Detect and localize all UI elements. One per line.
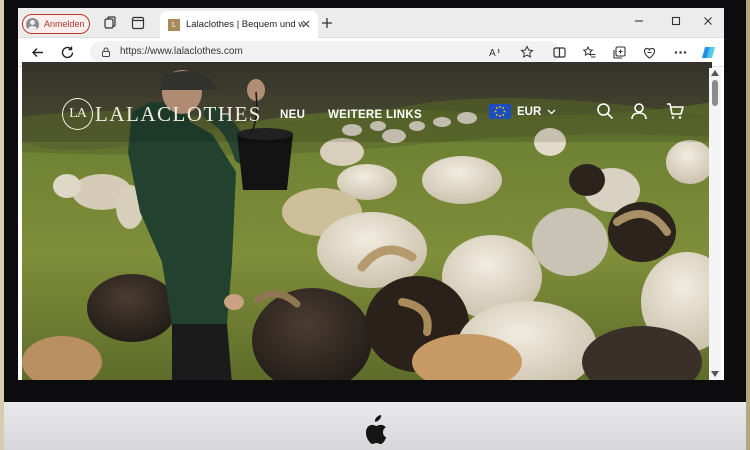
site-favicon-icon: L [168,18,180,31]
logo-mark: LA [62,98,93,130]
eu-flag-icon [489,104,511,119]
url-text[interactable]: https://www.lalaclothes.com [120,46,243,57]
currency-label: EUR [517,105,542,118]
nav-item-weitere-links[interactable]: WEITERE LINKS [328,109,422,121]
currency-selector[interactable]: EUR [489,104,556,119]
close-window-icon[interactable] [701,14,715,28]
minimize-icon[interactable] [632,14,646,28]
page-scrollbar[interactable] [709,68,721,380]
scroll-up-icon[interactable] [711,70,719,76]
account-icon[interactable] [630,102,648,120]
close-tab-icon[interactable] [300,18,312,30]
tab-lalaclothes[interactable]: L Lalaclothes | Bequem und weich [160,11,318,38]
lock-icon[interactable] [100,46,112,58]
tab-actions-icon[interactable] [130,15,146,31]
chevron-down-icon [547,109,556,114]
scroll-thumb[interactable] [712,80,718,106]
back-icon[interactable] [30,45,45,60]
svg-text:A: A [489,48,496,59]
cart-icon[interactable] [666,102,684,120]
logo-text: LALACLOTHES [95,101,262,126]
apple-logo-icon [365,415,387,444]
refresh-icon[interactable] [60,45,75,60]
browser-window: Anmelden L Lalaclothes | Bequem und weic… [18,8,724,380]
tab-title: Lalaclothes | Bequem und weich [186,19,304,30]
search-icon[interactable] [596,102,614,120]
new-tab-icon[interactable] [320,16,334,30]
collections-icon[interactable] [612,45,627,60]
maximize-icon[interactable] [669,14,683,28]
split-screen-icon[interactable] [552,45,567,60]
tab-bar: Anmelden L Lalaclothes | Bequem und weic… [18,8,724,38]
more-options-icon[interactable] [673,45,688,60]
profile-button[interactable]: Anmelden [22,14,90,34]
browser-essentials-icon[interactable] [642,45,657,60]
favorite-star-icon[interactable] [520,45,534,59]
workspaces-icon[interactable] [102,15,118,31]
nav-item-neu[interactable]: NEU [280,109,305,121]
scroll-down-icon[interactable] [711,371,719,377]
favorites-icon[interactable] [582,45,597,60]
profile-label: Anmelden [44,19,85,29]
site-logo[interactable]: LA LALACLOTHES [62,96,262,132]
avatar-icon [26,17,39,31]
address-bar[interactable]: https://www.lalaclothes.com A [90,41,560,63]
page-hero: LA LALACLOTHES NEU WEITERE LINKS EUR [22,62,712,380]
copilot-icon[interactable] [701,45,716,60]
read-aloud-icon[interactable]: A [488,45,502,59]
